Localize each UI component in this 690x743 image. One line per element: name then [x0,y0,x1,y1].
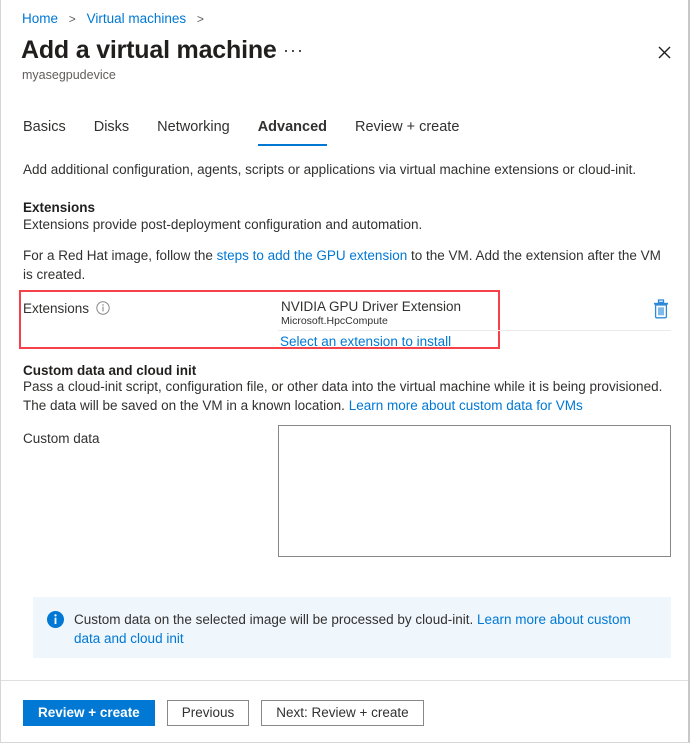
extension-name: NVIDIA GPU Driver Extension [281,299,462,314]
info-banner: Custom data on the selected image will b… [33,597,671,658]
custom-data-field-label: Custom data [23,431,100,446]
trash-icon[interactable] [651,298,671,320]
breadcrumb-item-virtual-machines[interactable]: Virtual machines [87,11,187,26]
breadcrumb-item-home[interactable]: Home [22,11,58,26]
breadcrumb: Home > Virtual machines > [22,10,211,28]
close-icon[interactable] [652,40,676,64]
extensions-field-label: Extensions [23,301,90,316]
tab-review-create[interactable]: Review + create [355,118,459,146]
info-icon[interactable] [96,301,110,315]
tab-advanced[interactable]: Advanced [257,118,328,146]
tab-basics[interactable]: Basics [23,118,66,146]
select-extension-link[interactable]: Select an extension to install [280,332,451,351]
page-title: Add a virtual machine [21,36,277,64]
intro-text: Add additional configuration, agents, sc… [23,162,637,177]
tab-disks[interactable]: Disks [94,118,129,146]
breadcrumb-separator-1: > [68,12,76,26]
next-review-create-button[interactable]: Next: Review + create [261,700,424,726]
review-create-button[interactable]: Review + create [23,700,155,726]
wizard-tabs: Basics Disks Networking Advanced Review … [23,118,487,146]
add-virtual-machine-blade: Home > Virtual machines > Add a virtual … [0,0,690,743]
tab-networking[interactable]: Networking [157,118,230,146]
extension-publisher: Microsoft.HpcCompute [281,315,388,327]
gpu-extension-steps-link[interactable]: steps to add the GPU extension [217,248,408,263]
redhat-instruction-prefix: For a Red Hat image, follow the [23,248,217,263]
page-subtitle: myasegpudevice [22,68,116,82]
extensions-row: Extensions NVIDIA GPU Driver Extension M… [23,296,671,349]
breadcrumb-separator-2: > [196,12,204,26]
previous-button[interactable]: Previous [166,700,250,726]
custom-data-input[interactable] [278,425,671,557]
custom-data-learn-more-link[interactable]: Learn more about custom data for VMs [349,398,583,413]
extensions-description: Extensions provide post-deployment confi… [23,217,423,232]
footer-separator [1,680,688,681]
info-banner-text: Custom data on the selected image will b… [74,610,657,648]
extension-row-divider [278,330,671,331]
more-options-ellipsis[interactable]: ··· [283,40,304,60]
redhat-instruction: For a Red Hat image, follow the steps to… [23,246,661,284]
info-banner-message: Custom data on the selected image will b… [74,612,477,627]
info-circle-icon [47,611,64,628]
custom-data-description: Pass a cloud-init script, configuration … [23,377,663,415]
footer-actions: Review + create Previous Next: Review + … [23,700,424,726]
